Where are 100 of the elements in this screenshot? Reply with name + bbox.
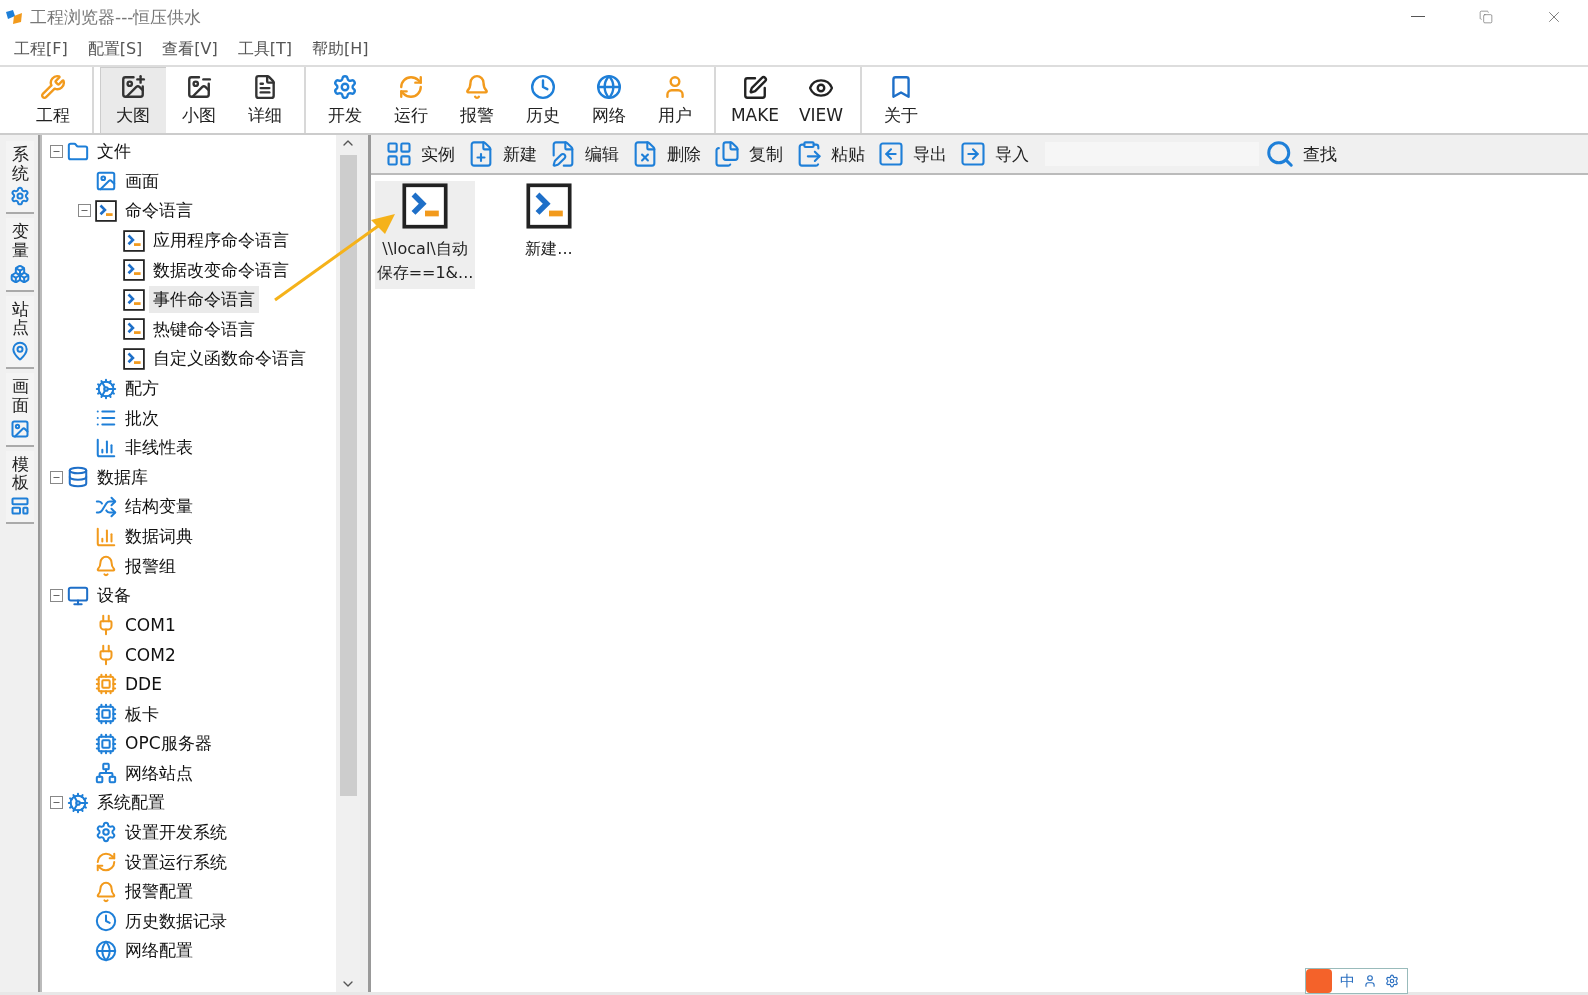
- tree-item[interactable]: 网络配置: [121, 937, 197, 965]
- find-button[interactable]: 查找: [1265, 139, 1343, 169]
- tree-item[interactable]: COM2: [121, 642, 180, 667]
- restore-icon: [1479, 10, 1493, 24]
- toolbar-button[interactable]: 删除: [631, 140, 707, 168]
- toolbar-button[interactable]: 新建: [467, 140, 543, 168]
- tree-item[interactable]: 系统配置: [93, 789, 169, 817]
- gear-icon: [10, 186, 30, 207]
- image-icon: [10, 418, 30, 439]
- minimize-icon: [1411, 16, 1425, 18]
- menu-item[interactable]: 工具[T]: [227, 39, 303, 60]
- template-icon: [10, 495, 30, 516]
- terminal-icon: [123, 229, 145, 252]
- tree-item[interactable]: 配方: [121, 375, 163, 403]
- terminal-icon: [123, 288, 145, 311]
- toolbar-button[interactable]: 工程: [20, 67, 86, 133]
- toolbar-button[interactable]: 编辑: [549, 140, 625, 168]
- scrollbar[interactable]: [336, 135, 360, 992]
- tree-item[interactable]: DDE: [121, 672, 166, 697]
- toolbar-button[interactable]: 实例: [385, 140, 461, 168]
- file-name: 新建...: [525, 238, 573, 260]
- toolbar-button[interactable]: 报警: [444, 67, 510, 133]
- pin-icon: [10, 341, 30, 362]
- ime-toolbar[interactable]: 中: [1305, 968, 1408, 994]
- tree-item[interactable]: 设备: [93, 582, 135, 610]
- edit-icon: [742, 75, 768, 101]
- arrow-right-icon: [959, 140, 987, 168]
- menu-item[interactable]: 帮助[H]: [302, 39, 379, 60]
- tree-item[interactable]: 设置开发系统: [121, 818, 231, 846]
- tree-item[interactable]: 报警组: [121, 552, 180, 580]
- menu-item[interactable]: 配置[S]: [77, 39, 153, 60]
- image-plus-icon: [120, 73, 146, 100]
- search-icon: [1265, 139, 1295, 169]
- network-icon: [95, 762, 117, 785]
- chart-icon: [95, 436, 117, 459]
- tree-item[interactable]: 自定义函数命令语言: [149, 345, 310, 373]
- grid-icon: [385, 140, 413, 168]
- gear-icon[interactable]: [1385, 974, 1399, 988]
- tree-item[interactable]: 数据词典: [121, 523, 197, 550]
- side-tab[interactable]: 系统: [6, 141, 34, 215]
- monitor-icon: [67, 584, 89, 607]
- globe-icon: [596, 73, 622, 100]
- toolbar-button[interactable]: 导入: [959, 140, 1035, 168]
- menu-item[interactable]: 查看[V]: [152, 39, 228, 60]
- tree-item[interactable]: 非线性表: [121, 434, 197, 462]
- wrench-icon: [40, 73, 66, 100]
- image-icon: [95, 170, 117, 193]
- side-tab[interactable]: 画面: [6, 373, 34, 447]
- expander-icon[interactable]: [78, 204, 91, 218]
- clock-icon: [95, 910, 117, 933]
- tree-item[interactable]: 事件命令语言: [149, 286, 259, 314]
- toolbar-button[interactable]: 历史: [510, 67, 576, 133]
- toolbar-button[interactable]: VIEW: [788, 67, 854, 133]
- tree-item[interactable]: 热键命令语言: [149, 315, 259, 343]
- toolbar-button[interactable]: 粘贴: [795, 140, 871, 168]
- side-tab-label: 系统: [11, 145, 29, 183]
- expander-icon[interactable]: [50, 145, 63, 159]
- side-tab-label: 变量: [11, 222, 29, 260]
- tree-item[interactable]: 数据库: [93, 463, 152, 491]
- image-minus-icon: [186, 73, 212, 100]
- expander-icon[interactable]: [50, 470, 63, 484]
- toolbar-button[interactable]: 开发: [312, 67, 378, 133]
- toolbar-button[interactable]: 复制: [713, 140, 789, 168]
- ime-mode-label: 中: [1340, 971, 1355, 991]
- side-tab[interactable]: 模板: [6, 450, 34, 524]
- toolbar-button[interactable]: 关于: [868, 67, 934, 133]
- toolbar-button[interactable]: 导出: [877, 140, 953, 168]
- toolbar-button[interactable]: 网络: [576, 67, 642, 133]
- tree-item[interactable]: 设置运行系统: [121, 848, 231, 876]
- toolbar-button[interactable]: 用户: [642, 67, 708, 133]
- tree-item[interactable]: COM1: [121, 613, 180, 638]
- side-tab[interactable]: 站点: [6, 295, 34, 370]
- tree-item[interactable]: 报警配置: [121, 878, 197, 906]
- tree-item[interactable]: 应用程序命令语言: [149, 227, 293, 255]
- tree-item[interactable]: 历史数据记录: [121, 907, 231, 935]
- tree-item[interactable]: 结构变量: [121, 493, 197, 521]
- chip-icon: [95, 732, 117, 755]
- user-icon[interactable]: [1363, 974, 1377, 988]
- menu-item[interactable]: 工程[F]: [4, 39, 78, 60]
- expander-icon[interactable]: [50, 796, 63, 810]
- files-icon: [713, 140, 741, 168]
- chart-icon: [95, 525, 117, 548]
- toolbar-button[interactable]: 小图: [166, 67, 232, 133]
- tree-item[interactable]: 网络站点: [121, 759, 197, 787]
- file-item[interactable]: 新建...: [499, 181, 599, 265]
- expander-icon[interactable]: [50, 589, 63, 603]
- file-item[interactable]: \\local\自动保存==1&...: [375, 181, 475, 289]
- tree-item[interactable]: 板卡: [121, 700, 163, 728]
- tree-item[interactable]: 数据改变命令语言: [149, 256, 293, 284]
- toolbar-button[interactable]: 详细: [232, 67, 298, 133]
- tree-item[interactable]: 命令语言: [121, 197, 197, 225]
- toolbar-button[interactable]: 运行: [378, 67, 444, 133]
- side-tab[interactable]: 变量: [6, 218, 34, 292]
- tree-item[interactable]: 批次: [121, 404, 163, 432]
- tree-item[interactable]: 文件: [93, 138, 135, 166]
- tree-item[interactable]: 画面: [121, 167, 163, 195]
- toolbar-button[interactable]: 大图: [100, 67, 166, 133]
- database-icon: [67, 466, 89, 489]
- toolbar-button[interactable]: MAKE: [722, 67, 788, 133]
- tree-item[interactable]: OPC服务器: [121, 730, 216, 758]
